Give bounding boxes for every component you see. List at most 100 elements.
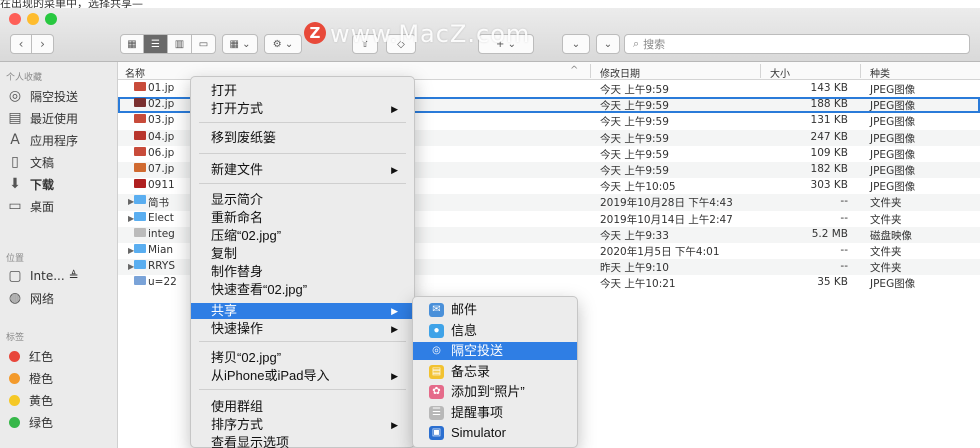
chevron-down-icon: ⌄ [603, 38, 613, 50]
menu-duplicate[interactable]: 复制 [191, 246, 414, 262]
file-icon [134, 98, 146, 108]
row-date: 2019年10月28日 下午4:43 [600, 197, 733, 210]
menu-sort-by[interactable]: 排序方式 ▶ [191, 417, 414, 433]
share-item-label: 邮件 [451, 302, 478, 317]
row-size: 188 KB [810, 98, 848, 111]
sidebar-tag[interactable]: 绿色 [6, 412, 116, 432]
column-size[interactable]: 大小 [770, 65, 790, 80]
row-kind: JPEG图像 [870, 100, 916, 113]
minimize-button[interactable] [27, 13, 39, 25]
sidebar-item[interactable]: ▭ 桌面 [6, 196, 116, 216]
menu-copy[interactable]: 拷贝“02.jpg” [191, 350, 414, 366]
row-size: 247 KB [810, 130, 848, 143]
icon-view-button[interactable]: ▦ [120, 34, 144, 54]
menu-use-groups[interactable]: 使用群组 [191, 399, 414, 415]
sidebar-tag[interactable]: 红色 [6, 346, 116, 366]
row-date: 今天 上午10:05 [600, 181, 676, 194]
sidebar-item[interactable]: ◎ 隔空投送 [6, 86, 116, 106]
sidebar-item-label: 应用程序 [30, 133, 79, 148]
row-kind: 文件夹 [870, 197, 902, 210]
row-name: Elect [148, 211, 174, 224]
desktop-icon: ▭ [8, 198, 22, 214]
chevron-left-icon: ‹ [18, 37, 24, 51]
menu-share[interactable]: 共享 ▶ [191, 303, 414, 319]
action-button[interactable]: ⚙ ⌄ [264, 34, 302, 54]
watermark-badge: Z [304, 22, 326, 44]
row-date: 今天 上午9:59 [600, 100, 669, 113]
tag-color-dot [9, 372, 20, 384]
documents-icon: ▯ [11, 154, 19, 170]
menu-show-view-options[interactable]: 查看显示选项 [191, 435, 414, 448]
menu-open[interactable]: 打开 [191, 83, 414, 99]
back-button[interactable]: ‹ [10, 34, 32, 54]
search-field[interactable]: ⌕ 搜索 [624, 34, 970, 54]
share-item-label: 隔空投送 [451, 343, 504, 358]
row-date: 今天 上午9:59 [600, 148, 669, 161]
row-name: 02.jp [148, 98, 175, 111]
column-name[interactable]: 名称 [125, 65, 145, 80]
row-size: -- [840, 211, 848, 224]
row-name: 04.jp [148, 130, 175, 143]
submenu-arrow-icon: ▶ [391, 420, 398, 430]
dropdown-button-2[interactable]: ⌄ [596, 34, 620, 54]
menu-get-info[interactable]: 显示简介 [191, 192, 414, 208]
dropdown-button[interactable]: ⌄ [562, 34, 590, 54]
file-icon [134, 146, 146, 156]
gallery-view-button[interactable]: ▭ [192, 34, 216, 54]
row-name: 06.jp [148, 146, 175, 159]
sidebar-section-locations: 位置 [6, 254, 25, 264]
column-date[interactable]: 修改日期 [600, 65, 640, 80]
share-item[interactable]: ◎ 隔空投送 [413, 342, 577, 360]
sidebar-item[interactable]: A 应用程序 [6, 130, 116, 150]
mail-icon: ✉ [429, 303, 444, 317]
menu-rename[interactable]: 重新命名 [191, 210, 414, 226]
sidebar-item[interactable]: ▯ 文稿 [6, 152, 116, 172]
submenu-arrow-icon: ▶ [391, 371, 398, 381]
row-kind: 文件夹 [870, 246, 902, 258]
sidebar-tag[interactable]: 黄色 [6, 390, 116, 410]
column-kind[interactable]: 种类 [870, 65, 890, 80]
zoom-button[interactable] [45, 13, 57, 25]
list-view-button[interactable]: ☰ [144, 34, 168, 54]
group-button[interactable]: ▦ ⌄ [222, 34, 258, 54]
downloads-icon: ⬇ [9, 176, 21, 192]
sidebar-section-tags: 标签 [6, 333, 25, 343]
share-item[interactable]: ✿ 添加到“照片” [413, 383, 577, 401]
forward-button[interactable]: › [32, 34, 54, 54]
window-controls [9, 13, 57, 25]
submenu-arrow-icon: ▶ [391, 104, 398, 114]
menu-quick-actions[interactable]: 快速操作 ▶ [191, 321, 414, 337]
menu-move-to-trash[interactable]: 移到废纸篓 [191, 130, 414, 146]
menu-import-from-iphone[interactable]: 从iPhone或iPad导入 ▶ [191, 368, 414, 384]
column-view-button[interactable]: ▥ [168, 34, 192, 54]
menu-open-with[interactable]: 打开方式 ▶ [191, 101, 414, 117]
row-size: 35 KB [817, 276, 848, 289]
sidebar-item[interactable]: ▤ 最近使用 [6, 108, 116, 128]
sidebar-item[interactable]: ⬇ 下载 [6, 174, 116, 194]
sidebar-tag-label: 黄色 [29, 393, 54, 408]
close-button[interactable] [9, 13, 21, 25]
row-size: -- [840, 260, 848, 273]
share-item[interactable]: ● 信息 [413, 322, 577, 340]
menu-quick-look[interactable]: 快速查看“02.jpg” [191, 282, 414, 298]
file-icon [134, 179, 146, 189]
share-item[interactable]: ▤ 备忘录 [413, 363, 577, 381]
row-date: 2019年10月14日 上午2:47 [600, 213, 733, 226]
share-item[interactable]: ☰ 提醒事项 [413, 404, 577, 422]
sidebar-item[interactable]: ◍ 网络 [6, 288, 116, 308]
menu-make-alias[interactable]: 制作替身 [191, 264, 414, 280]
photos-icon: ✿ [429, 385, 444, 399]
menu-new-file[interactable]: 新建文件 ▶ [191, 162, 414, 178]
share-item[interactable]: ▣ Simulator [413, 424, 577, 442]
toolbar: ‹ › ▦ ☰ ▥ ▭ ▦ ⌄ ⚙ ⌄ ⇧ ◇ + ⌄ ⌄ ⌄ ⌕ 搜索 Z w… [0, 8, 980, 62]
row-date: 昨天 上午9:10 [600, 262, 669, 275]
menu-compress[interactable]: 压缩“02.jpg” [191, 228, 414, 244]
row-kind: 文件夹 [870, 262, 902, 275]
row-size: 303 KB [810, 179, 848, 192]
row-kind: 磁盘映像 [870, 229, 912, 242]
file-icon [134, 163, 146, 172]
recents-icon: ▤ [8, 110, 22, 126]
sidebar-tag[interactable]: 橙色 [6, 368, 116, 388]
sidebar-item[interactable]: ▢ Inte... ≜ [6, 266, 116, 286]
share-item[interactable]: ✉ 邮件 [413, 301, 577, 319]
